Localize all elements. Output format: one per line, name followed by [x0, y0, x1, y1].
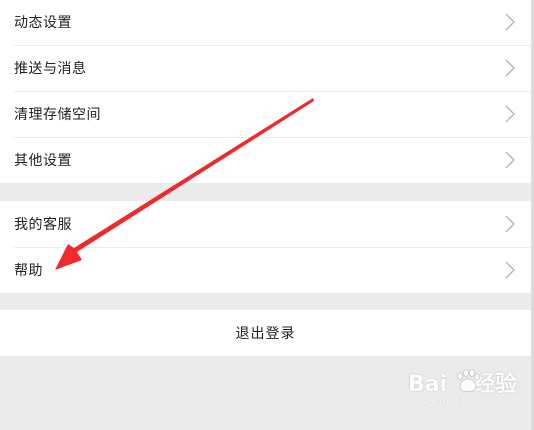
baidu-jingyan-watermark: Bai 经验 jingyan.baidu.com: [408, 366, 520, 418]
chevron-right-icon: [505, 59, 515, 77]
logout-label: 退出登录: [235, 326, 296, 342]
settings-item-other[interactable]: 其他设置: [0, 137, 531, 183]
chevron-right-icon: [505, 151, 515, 169]
settings-item-help[interactable]: 帮助: [0, 247, 531, 293]
settings-item-label: 动态设置: [14, 15, 72, 31]
settings-page: 动态设置 推送与消息 清理存储空间 其他设置 我的客服 帮助 退出登录 Bai …: [0, 0, 534, 430]
settings-item-storage[interactable]: 清理存储空间: [0, 91, 531, 137]
paw-icon: [457, 369, 480, 392]
chevron-right-icon: [505, 261, 515, 279]
logout-group: 退出登录: [0, 310, 531, 356]
chevron-right-icon: [505, 215, 515, 233]
settings-item-customer-service[interactable]: 我的客服: [0, 201, 531, 247]
settings-item-label: 清理存储空间: [14, 107, 101, 123]
settings-item-dynamic[interactable]: 动态设置: [0, 0, 531, 45]
settings-item-label: 帮助: [14, 263, 43, 279]
settings-group-general: 动态设置 推送与消息 清理存储空间 其他设置: [0, 0, 531, 183]
settings-item-push[interactable]: 推送与消息: [0, 45, 531, 91]
chevron-right-icon: [505, 105, 515, 123]
watermark-url: jingyan.baidu.com: [410, 395, 508, 406]
settings-item-label: 我的客服: [14, 217, 72, 233]
settings-group-support: 我的客服 帮助: [0, 201, 531, 293]
settings-item-label: 推送与消息: [14, 61, 87, 77]
logout-button[interactable]: 退出登录: [0, 310, 531, 356]
settings-item-label: 其他设置: [14, 153, 72, 169]
chevron-right-icon: [505, 13, 515, 31]
